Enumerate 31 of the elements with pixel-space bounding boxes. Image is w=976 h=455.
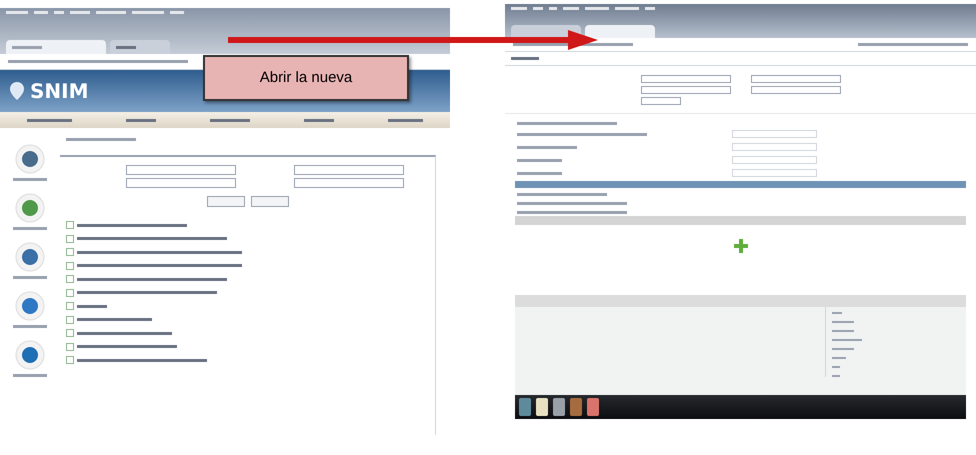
taskbar-app-icon[interactable] xyxy=(570,398,582,416)
dropdown-field[interactable] xyxy=(294,165,404,175)
round-module-icon[interactable] xyxy=(15,291,45,321)
form-button[interactable] xyxy=(206,196,244,207)
text-input-field[interactable] xyxy=(732,156,817,164)
text-input-field[interactable] xyxy=(732,169,817,177)
taskbar-app-icon[interactable] xyxy=(519,398,531,416)
dropdown-field[interactable] xyxy=(750,86,840,94)
round-module-icon[interactable] xyxy=(15,340,45,370)
browser-tab[interactable] xyxy=(6,40,106,54)
form-button[interactable] xyxy=(250,196,288,207)
round-module-icon[interactable] xyxy=(15,242,45,272)
text-input-field[interactable] xyxy=(732,130,817,138)
callout-tooltip: Abrir la nueva xyxy=(203,55,409,101)
round-module-icon[interactable] xyxy=(15,144,45,174)
dropdown-field[interactable] xyxy=(640,96,680,104)
round-module-icon[interactable] xyxy=(15,193,45,223)
location-pin-icon xyxy=(8,81,26,101)
text-input-field[interactable] xyxy=(732,143,817,151)
dropdown-field[interactable] xyxy=(640,74,730,82)
dropdown-field[interactable] xyxy=(640,86,730,94)
plus-icon[interactable] xyxy=(734,239,748,253)
taskbar-app-icon[interactable] xyxy=(553,398,565,416)
dropdown-field[interactable] xyxy=(126,165,236,175)
dropdown-field[interactable] xyxy=(126,178,236,188)
browser-tab[interactable] xyxy=(110,40,170,54)
site-logo-text: SNIM xyxy=(30,78,88,105)
dropdown-field[interactable] xyxy=(750,74,840,82)
taskbar-app-icon[interactable] xyxy=(587,398,599,416)
dropdown-field[interactable] xyxy=(294,178,404,188)
taskbar-app-icon[interactable] xyxy=(536,398,548,416)
